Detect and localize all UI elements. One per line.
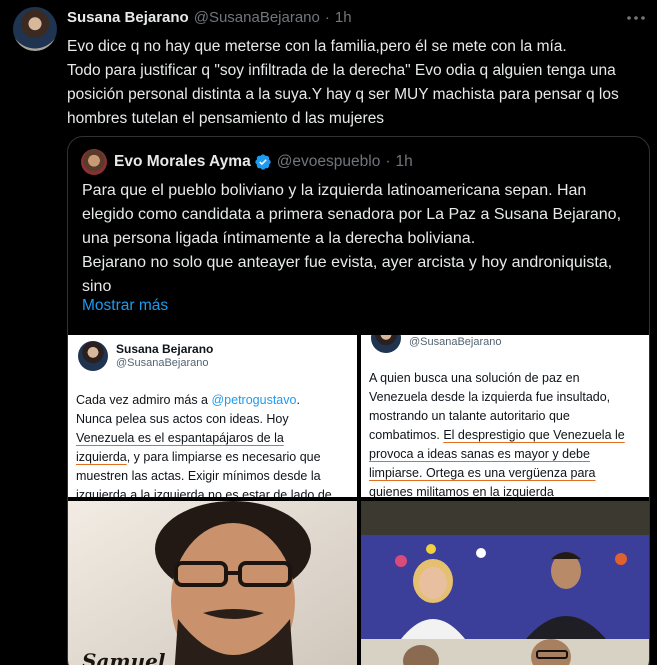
quoted-tweet[interactable]: Evo Morales Ayma @evoespueblo · 1h Para …: [67, 136, 650, 665]
separator-dot: ·: [385, 153, 391, 170]
tweet-time[interactable]: 1h: [335, 9, 352, 26]
verified-badge-icon: [255, 154, 271, 170]
screenshot-avatar: [371, 335, 401, 353]
screenshot-underlined-text: izquierda: [76, 450, 127, 464]
screenshot-author-handle: @SusanaBejarano: [409, 336, 502, 348]
media-screenshot-1[interactable]: Susana Bejarano @SusanaBejarano Cada vez…: [68, 335, 357, 497]
screenshot-avatar: [78, 341, 108, 371]
collage-illustration: [361, 501, 649, 665]
media-grid[interactable]: Susana Bejarano @SusanaBejarano Cada vez…: [68, 335, 649, 665]
media-screenshot-2[interactable]: @SusanaBejarano A quien busca una soluci…: [361, 335, 649, 497]
portrait-caption: Samuel: [82, 649, 166, 665]
quoted-author-handle: @evoespueblo: [276, 153, 381, 170]
media-photo-collage[interactable]: [361, 501, 649, 665]
quoted-author-name: Evo Morales Ayma: [114, 153, 251, 170]
screenshot-mention: @petrogustavo: [211, 393, 297, 407]
screenshot-underlined-text: provoca a ideas sanas es mayor y debe: [369, 447, 590, 461]
more-horizontal-icon[interactable]: [625, 10, 647, 26]
show-more-link[interactable]: Mostrar más: [82, 297, 168, 315]
portrait-illustration: [68, 501, 357, 665]
quoted-tweet-text: Para que el pueblo boliviano y la izquie…: [82, 182, 622, 295]
quoted-tweet-time: 1h: [395, 153, 413, 170]
author-name[interactable]: Susana Bejarano: [67, 9, 189, 26]
author-avatar[interactable]: [13, 7, 57, 51]
tweet-header: Susana Bejarano @SusanaBejarano · 1h: [67, 9, 352, 26]
author-handle[interactable]: @SusanaBejarano: [194, 9, 320, 26]
quoted-author-avatar: [81, 149, 107, 175]
separator-dot: ·: [324, 9, 330, 26]
media-photo-portrait[interactable]: Samuel: [68, 501, 357, 665]
screenshot-underlined-text: Venezuela es el espantapájaros de la: [76, 431, 284, 445]
screenshot-underlined-text: El desprestigio que Venezuela le: [443, 428, 625, 442]
screenshot-underlined-text: limpiarse. Ortega es una vergüenza para: [369, 466, 596, 480]
screenshot-author-handle: @SusanaBejarano: [116, 357, 209, 369]
screenshot-text-part: Cada vez admiro más a: [76, 393, 212, 407]
screenshot-text: A quien busca una solución de paz en Ven…: [369, 369, 649, 497]
screenshot-author-name: Susana Bejarano: [116, 342, 214, 356]
screenshot-text-part: quienes militamos en la izquierda: [369, 485, 554, 497]
screenshot-text: Cada vez admiro más a @petrogustavo. Nun…: [76, 391, 356, 497]
tweet-text: Evo dice q no hay que meterse con la fam…: [67, 38, 619, 127]
quoted-tweet-header: Evo Morales Ayma @evoespueblo · 1h: [114, 153, 413, 171]
